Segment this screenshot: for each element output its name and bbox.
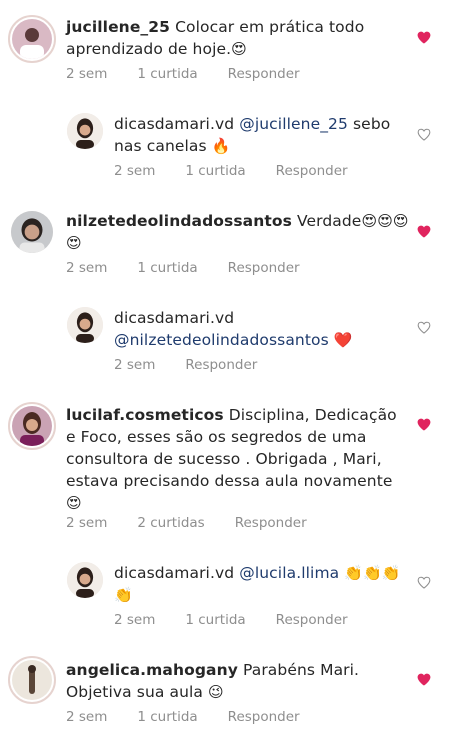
reply-button[interactable]: Responder: [185, 357, 257, 373]
like-button[interactable]: [417, 128, 431, 141]
comment-likes-link[interactable]: 1 curtida: [137, 66, 197, 82]
heart-filled-icon: [417, 418, 431, 431]
comment-likes-link[interactable]: 1 curtida: [185, 163, 245, 179]
comment-time: 2 sem: [66, 515, 108, 531]
like-button[interactable]: [417, 576, 431, 589]
avatar[interactable]: [8, 15, 56, 63]
comment-time: 2 sem: [66, 66, 108, 82]
comment-likes-link[interactable]: 1 curtida: [185, 612, 245, 628]
heart-outline-icon: [417, 576, 431, 589]
heart-outline-icon: [417, 128, 431, 141]
comment-time: 2 sem: [66, 260, 108, 276]
reply-button[interactable]: Responder: [228, 66, 300, 82]
emoji: 😍: [66, 494, 82, 512]
avatar[interactable]: [67, 307, 103, 343]
emoji: ❤️: [333, 331, 353, 349]
avatar[interactable]: [67, 113, 103, 149]
comment-username[interactable]: dicasdamari.vd: [114, 564, 234, 582]
avatar[interactable]: [8, 402, 56, 450]
like-button[interactable]: [417, 225, 431, 238]
reply-button[interactable]: Responder: [276, 612, 348, 628]
reply-button[interactable]: Responder: [276, 163, 348, 179]
comment-username[interactable]: dicasdamari.vd: [114, 309, 234, 327]
comment-time: 2 sem: [114, 163, 156, 179]
comment-username[interactable]: lucilaf.cosmeticos: [66, 406, 224, 424]
like-button[interactable]: [417, 673, 431, 686]
avatar[interactable]: [67, 562, 103, 598]
reply-button[interactable]: Responder: [228, 260, 300, 276]
mention-link[interactable]: @lucila.llima: [239, 564, 339, 582]
emoji: 😍: [231, 40, 247, 58]
emoji: 😉: [208, 683, 224, 701]
comment-time: 2 sem: [114, 612, 156, 628]
heart-outline-icon: [417, 321, 431, 334]
comment-likes-link[interactable]: 1 curtida: [137, 709, 197, 725]
reply-button[interactable]: Responder: [235, 515, 307, 531]
avatar[interactable]: [8, 656, 56, 704]
comment-likes-link[interactable]: 2 curtidas: [137, 515, 204, 531]
comment-time: 2 sem: [114, 357, 156, 373]
like-button[interactable]: [417, 418, 431, 431]
reply-button[interactable]: Responder: [228, 709, 300, 725]
heart-filled-icon: [417, 31, 431, 44]
comment-time: 2 sem: [66, 709, 108, 725]
like-button[interactable]: [417, 31, 431, 44]
comment-username[interactable]: angelica.mahogany: [66, 661, 238, 679]
comment-username[interactable]: nilzetedeolindadossantos: [66, 212, 292, 230]
mention-link[interactable]: @nilzetedeolindadossantos: [114, 331, 329, 349]
avatar[interactable]: [11, 211, 53, 253]
comment-likes-link[interactable]: 1 curtida: [137, 260, 197, 276]
comment-username[interactable]: dicasdamari.vd: [114, 115, 234, 133]
heart-filled-icon: [417, 225, 431, 238]
emoji: 🔥: [211, 137, 231, 155]
comment-username[interactable]: jucillene_25: [66, 18, 170, 36]
like-button[interactable]: [417, 321, 431, 334]
heart-filled-icon: [417, 673, 431, 686]
mention-link[interactable]: @jucillene_25: [239, 115, 348, 133]
comment-text: Verdade: [291, 212, 362, 230]
